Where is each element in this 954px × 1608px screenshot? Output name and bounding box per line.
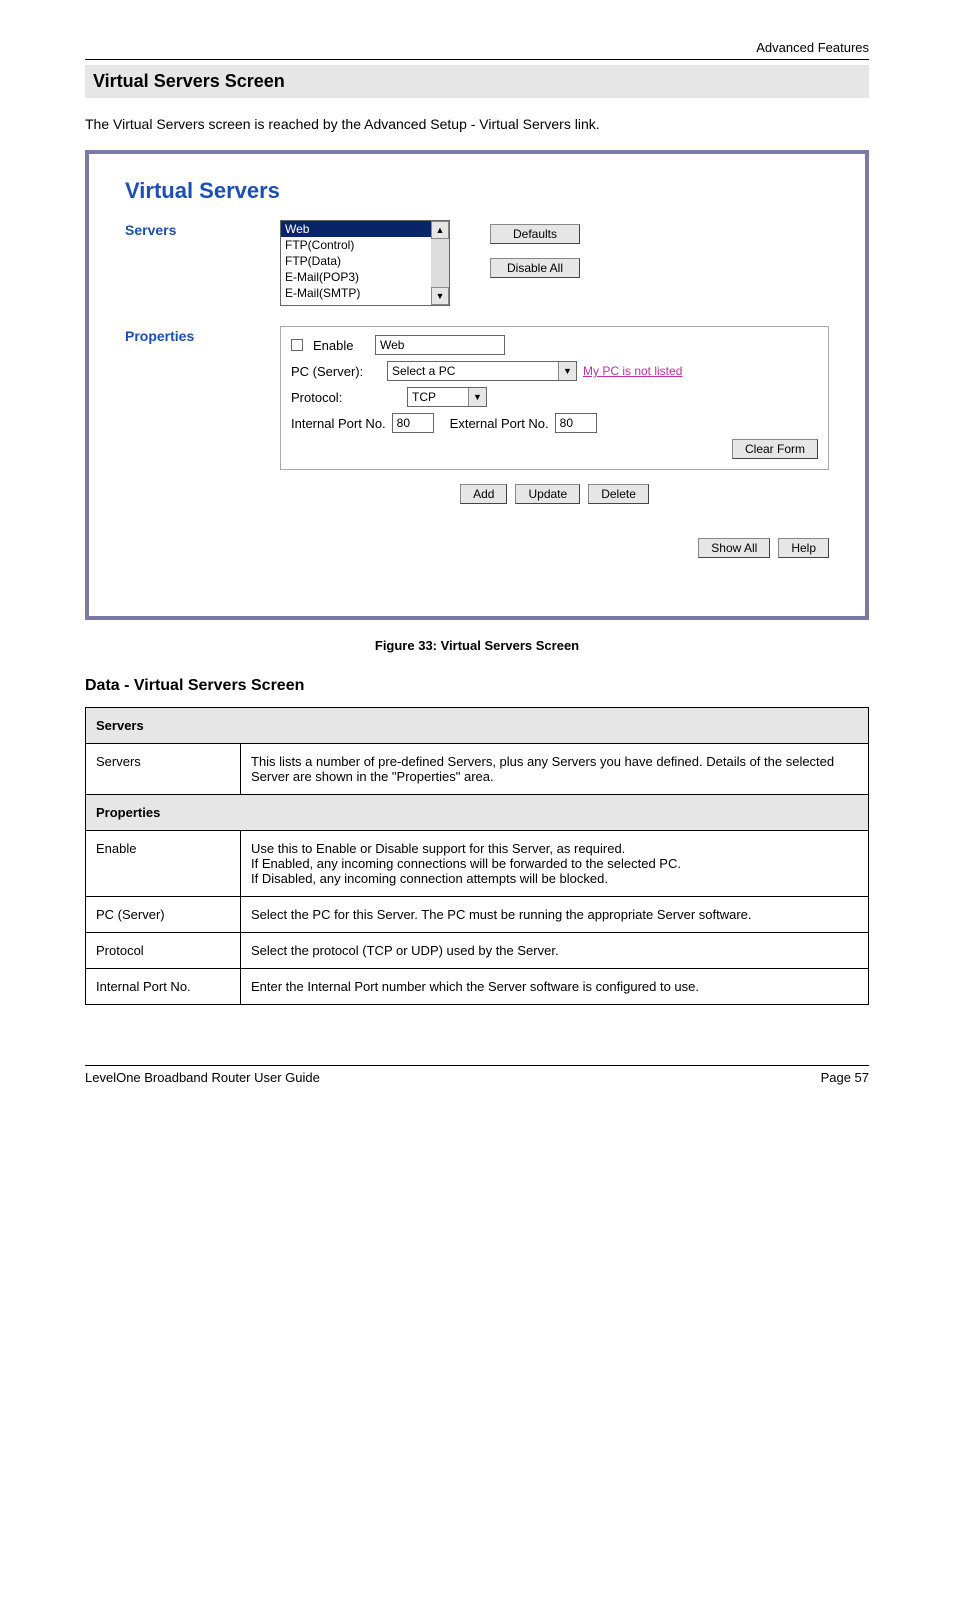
defaults-button[interactable]: Defaults xyxy=(490,224,580,244)
enable-label: Enable xyxy=(313,338,369,353)
show-all-button[interactable]: Show All xyxy=(698,538,770,558)
panel-title: Virtual Servers xyxy=(125,178,829,204)
protocol-label: Protocol: xyxy=(291,390,401,405)
chevron-down-icon: ▼ xyxy=(468,388,486,406)
table-val: This lists a number of pre-defined Serve… xyxy=(241,744,869,795)
protocol-select[interactable]: TCP ▼ xyxy=(407,387,487,407)
table-val: Enter the Internal Port number which the… xyxy=(241,969,869,1005)
section-title: Virtual Servers Screen xyxy=(85,65,869,98)
listbox-item[interactable]: FTP(Data) xyxy=(281,253,431,269)
table-key: Enable xyxy=(86,831,241,897)
figure-caption: Figure 33: Virtual Servers Screen xyxy=(85,638,869,653)
scroll-up-icon[interactable]: ▲ xyxy=(431,221,449,239)
table-band: Servers xyxy=(86,708,869,744)
table-band: Properties xyxy=(86,795,869,831)
virtual-servers-panel: Virtual Servers Servers Web FTP(Control)… xyxy=(85,150,869,620)
external-port-label: External Port No. xyxy=(450,416,549,431)
listbox-item[interactable]: FTP(Control) xyxy=(281,237,431,253)
scroll-down-icon[interactable]: ▼ xyxy=(431,287,449,305)
footer-left: LevelOne Broadband Router User Guide xyxy=(85,1070,320,1085)
internal-port-label: Internal Port No. xyxy=(291,416,386,431)
chevron-down-icon: ▼ xyxy=(558,362,576,380)
my-pc-not-listed-link[interactable]: My PC is not listed xyxy=(583,364,682,378)
table-val: Select the PC for this Server. The PC mu… xyxy=(241,897,869,933)
update-button[interactable]: Update xyxy=(515,484,580,504)
table-key: Protocol xyxy=(86,933,241,969)
table-key: PC (Server) xyxy=(86,897,241,933)
listbox-item[interactable]: E-Mail(POP3) xyxy=(281,269,431,285)
header-right-text: Advanced Features xyxy=(756,40,869,55)
properties-section-label: Properties xyxy=(125,326,280,344)
table-key: Servers xyxy=(86,744,241,795)
description-table: Servers Servers This lists a number of p… xyxy=(85,707,869,1005)
table-val: Use this to Enable or Disable support fo… xyxy=(241,831,869,897)
external-port-input[interactable] xyxy=(555,413,597,433)
delete-button[interactable]: Delete xyxy=(588,484,649,504)
pc-server-label: PC (Server): xyxy=(291,364,381,379)
listbox-scrollbar[interactable]: ▲ ▼ xyxy=(431,221,449,305)
servers-section-label: Servers xyxy=(125,220,280,238)
server-name-input[interactable] xyxy=(375,335,505,355)
enable-checkbox[interactable] xyxy=(291,339,303,351)
pc-server-select[interactable]: Select a PC ▼ xyxy=(387,361,577,381)
disable-all-button[interactable]: Disable All xyxy=(490,258,580,278)
table-key: Internal Port No. xyxy=(86,969,241,1005)
footer-right: Page 57 xyxy=(821,1070,869,1085)
help-button[interactable]: Help xyxy=(778,538,829,558)
data-subheading: Data - Virtual Servers Screen xyxy=(85,677,869,695)
table-val: Select the protocol (TCP or UDP) used by… xyxy=(241,933,869,969)
page-footer: LevelOne Broadband Router User Guide Pag… xyxy=(85,1065,869,1085)
add-button[interactable]: Add xyxy=(460,484,507,504)
servers-listbox[interactable]: Web FTP(Control) FTP(Data) E-Mail(POP3) … xyxy=(280,220,450,306)
header-bar: Advanced Features xyxy=(85,40,869,60)
clear-form-button[interactable]: Clear Form xyxy=(732,439,818,459)
intro-text: The Virtual Servers screen is reached by… xyxy=(85,116,869,132)
listbox-item[interactable]: E-Mail(SMTP) xyxy=(281,285,431,301)
properties-box: Enable PC (Server): Select a PC ▼ My PC … xyxy=(280,326,829,470)
pc-server-value: Select a PC xyxy=(388,364,558,378)
internal-port-input[interactable] xyxy=(392,413,434,433)
protocol-value: TCP xyxy=(408,390,468,404)
listbox-item[interactable]: Web xyxy=(281,221,431,237)
